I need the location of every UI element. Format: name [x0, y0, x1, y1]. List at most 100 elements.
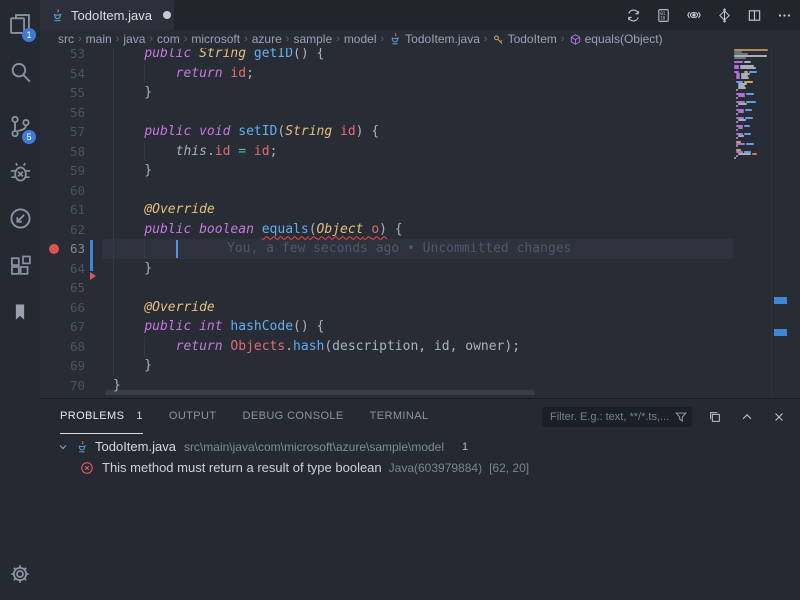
more-actions-icon[interactable]: [777, 8, 792, 23]
git-change-bar[interactable]: [90, 240, 93, 271]
line-number-65[interactable]: 65: [40, 278, 85, 298]
explorer-icon[interactable]: 1: [0, 6, 40, 42]
code-editor[interactable]: 535455565758596061626364656667686970 You…: [40, 48, 800, 398]
indent-guide: [113, 337, 114, 357]
line-number-66[interactable]: 66: [40, 298, 85, 318]
indent-guide: [113, 298, 114, 318]
line-number-61[interactable]: 61: [40, 200, 85, 220]
code-line-69[interactable]: }: [105, 356, 733, 376]
indent-guide: [113, 278, 114, 298]
minimap-line: [734, 61, 743, 63]
line-number-62[interactable]: 62: [40, 220, 85, 240]
breadcrumb-separator: ›: [184, 33, 188, 45]
breadcrumb-item-equals-object-[interactable]: equals(Object): [569, 32, 663, 46]
overview-change-marker: [774, 297, 787, 304]
split-editor-icon[interactable]: [747, 8, 762, 23]
line-number-56[interactable]: 56: [40, 103, 85, 123]
indent-guide: [113, 103, 114, 123]
panel-tab-problems[interactable]: PROBLEMS1: [60, 399, 143, 434]
debug-icon[interactable]: [0, 154, 40, 190]
problem-position: [62, 20]: [489, 461, 529, 475]
problems-filter: [542, 407, 692, 427]
code-line-66[interactable]: @Override: [105, 298, 733, 318]
bookmarks-icon[interactable]: [0, 294, 40, 330]
indent-guide: [113, 142, 114, 162]
tab-todoitem-java[interactable]: TodoItem.java: [40, 0, 174, 30]
binary-file-view-icon[interactable]: 01 10: [656, 8, 671, 23]
line-number-70[interactable]: 70: [40, 376, 85, 396]
code-line-58[interactable]: this.id = id;: [105, 142, 733, 162]
minimap-line: [738, 95, 745, 97]
problem-row[interactable]: This method must return a result of type…: [40, 457, 529, 478]
search-icon[interactable]: [0, 54, 40, 90]
minimap-line: [734, 157, 736, 159]
panel-tab-terminal[interactable]: TERMINAL: [370, 399, 429, 434]
line-number-53[interactable]: 53: [40, 48, 85, 64]
source-control-icon[interactable]: 5: [0, 108, 40, 144]
breadcrumb-item-microsoft[interactable]: microsoft: [191, 32, 240, 46]
problems-filter-input[interactable]: [542, 407, 692, 427]
code-line-57[interactable]: public void setID(String id) {: [105, 122, 733, 142]
chevron-down-icon[interactable]: [57, 441, 69, 453]
overview-ruler[interactable]: [771, 48, 800, 398]
line-number-69[interactable]: 69: [40, 356, 85, 376]
code-line-53[interactable]: public String getID() {: [105, 48, 733, 64]
modified-indicator-dot[interactable]: [163, 11, 171, 19]
line-number-54[interactable]: 54: [40, 64, 85, 84]
breadcrumb-item-com[interactable]: com: [157, 32, 180, 46]
close-panel-icon[interactable]: [772, 410, 786, 424]
breadcrumb-item-src[interactable]: src: [58, 32, 74, 46]
panel-tab-output[interactable]: OUTPUT: [169, 399, 217, 434]
code-line-54[interactable]: return id;: [105, 64, 733, 84]
synchronize-changes-icon[interactable]: [626, 8, 641, 23]
extensions-icon[interactable]: [0, 248, 40, 284]
code-line-63[interactable]: [105, 239, 733, 259]
panel-tab-badge: 1: [136, 410, 143, 422]
breadcrumb-item-azure[interactable]: azure: [252, 32, 282, 46]
minimap[interactable]: [733, 48, 772, 398]
line-number-64[interactable]: 64: [40, 259, 85, 279]
breadcrumb-item-main[interactable]: main: [86, 32, 112, 46]
panel-tab-debug-console[interactable]: DEBUG CONSOLE: [243, 399, 344, 434]
compare-revision-icon[interactable]: [717, 8, 732, 23]
bottom-panel: PROBLEMS1 OUTPUT DEBUG CONSOLE TERMINAL: [40, 398, 800, 600]
line-number-55[interactable]: 55: [40, 83, 85, 103]
code-line-62[interactable]: public boolean equals(Object o) {: [105, 220, 733, 240]
code-line-60[interactable]: [105, 181, 733, 201]
line-number-68[interactable]: 68: [40, 337, 85, 357]
line-number-60[interactable]: 60: [40, 181, 85, 201]
minimap-line: [734, 67, 739, 69]
git-deleted-marker[interactable]: [90, 272, 96, 280]
code-line-55[interactable]: }: [105, 83, 733, 103]
breadcrumb-item-model[interactable]: model: [344, 32, 377, 46]
code-content[interactable]: You, a few seconds ago • Uncommitted cha…: [105, 48, 733, 398]
code-line-56[interactable]: [105, 103, 733, 123]
duplicate-panel-icon[interactable]: [708, 410, 722, 424]
breadcrumb-item-todoitem[interactable]: TodoItem: [492, 32, 557, 46]
horizontal-scrollbar[interactable]: [105, 390, 535, 395]
code-line-59[interactable]: }: [105, 161, 733, 181]
problems-file-count: 1: [462, 441, 468, 453]
code-line-67[interactable]: public int hashCode() {: [105, 317, 733, 337]
minimap-line: [736, 97, 738, 99]
settings-gear-icon[interactable]: [0, 556, 40, 592]
editor-group: TodoItem.java 01 10: [40, 0, 800, 600]
code-line-64[interactable]: }: [105, 259, 733, 279]
code-line-68[interactable]: return Objects.hash(description, id, own…: [105, 337, 733, 357]
problems-file-group[interactable]: TodoItem.java src\main\java\com\microsof…: [40, 436, 468, 457]
breadcrumb-item-java[interactable]: java: [123, 32, 145, 46]
breadcrumb-separator: ›: [116, 33, 120, 45]
breadcrumb-item-sample[interactable]: sample: [293, 32, 332, 46]
line-number-57[interactable]: 57: [40, 122, 85, 142]
code-line-61[interactable]: @Override: [105, 200, 733, 220]
line-number-63[interactable]: 63: [40, 239, 85, 259]
live-share-icon[interactable]: [0, 200, 40, 236]
maximize-panel-chevron-up-icon[interactable]: [740, 410, 754, 424]
line-number-67[interactable]: 67: [40, 317, 85, 337]
toggle-blame-eye-icon[interactable]: [686, 7, 702, 23]
line-number-59[interactable]: 59: [40, 161, 85, 181]
filter-funnel-icon[interactable]: [674, 410, 688, 424]
line-number-58[interactable]: 58: [40, 142, 85, 162]
breadcrumb-item-todoitem-java[interactable]: TodoItem.java: [388, 32, 480, 46]
code-line-65[interactable]: [105, 278, 733, 298]
